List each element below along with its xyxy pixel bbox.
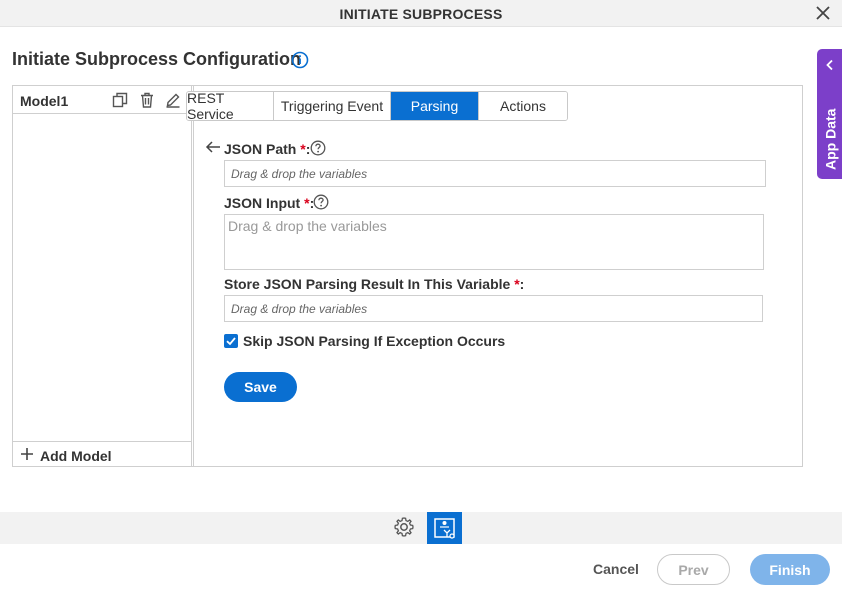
app-data-label: App Data	[823, 108, 839, 170]
finish-button[interactable]: Finish	[750, 554, 830, 585]
close-icon[interactable]	[814, 4, 832, 22]
tab-bar: REST Service Triggering Event Parsing Ac…	[186, 91, 568, 121]
prev-button[interactable]: Prev	[657, 554, 730, 585]
json-input-label: JSON Input *:	[224, 195, 315, 211]
page-title: Initiate Subprocess Configuration	[12, 49, 302, 69]
json-path-input[interactable]: Drag & drop the variables	[224, 160, 766, 187]
dialog-title: INITIATE SUBPROCESS	[339, 6, 503, 22]
chevron-left-icon	[826, 59, 833, 71]
add-model-button[interactable]: Add Model	[13, 441, 191, 466]
info-icon[interactable]	[291, 51, 309, 69]
skip-parsing-checkbox[interactable]	[224, 334, 238, 348]
tab-parsing[interactable]: Parsing	[391, 92, 479, 120]
tab-rest-service[interactable]: REST Service	[187, 92, 274, 120]
step-strip	[0, 512, 842, 544]
plus-icon	[21, 448, 33, 460]
rest-service-step-button[interactable]	[427, 512, 462, 544]
tab-triggering-event[interactable]: Triggering Event	[274, 92, 391, 120]
dialog-titlebar: INITIATE SUBPROCESS	[0, 0, 842, 27]
copy-icon[interactable]	[112, 92, 128, 108]
json-input-textarea[interactable]: Drag & drop the variables	[224, 214, 764, 270]
tab-actions[interactable]: Actions	[479, 92, 567, 120]
json-path-help-icon[interactable]	[310, 140, 326, 156]
initiate-subprocess-dialog: INITIATE SUBPROCESS Initiate Subprocess …	[0, 0, 842, 591]
save-button[interactable]: Save	[224, 372, 297, 402]
delete-icon[interactable]	[139, 92, 155, 108]
store-result-input[interactable]: Drag & drop the variables	[224, 295, 763, 322]
rest-service-icon	[434, 518, 455, 539]
checkmark-icon	[226, 337, 236, 346]
add-model-label: Add Model	[40, 448, 112, 464]
model-name: Model1	[20, 93, 69, 109]
edit-icon[interactable]	[165, 92, 181, 108]
models-panel: Model1 Add Model	[13, 86, 192, 466]
back-arrow-icon[interactable]	[205, 140, 221, 154]
json-path-label: JSON Path *:	[224, 141, 311, 157]
store-result-label: Store JSON Parsing Result In This Variab…	[224, 276, 525, 292]
cancel-button[interactable]: Cancel	[593, 561, 639, 577]
app-data-tab[interactable]: App Data	[817, 49, 842, 179]
svg-text:App Data: App Data	[823, 108, 839, 170]
model-item[interactable]: Model1	[13, 86, 191, 114]
json-input-help-icon[interactable]	[313, 194, 329, 210]
skip-parsing-label: Skip JSON Parsing If Exception Occurs	[243, 333, 506, 349]
gear-icon[interactable]	[393, 516, 415, 538]
